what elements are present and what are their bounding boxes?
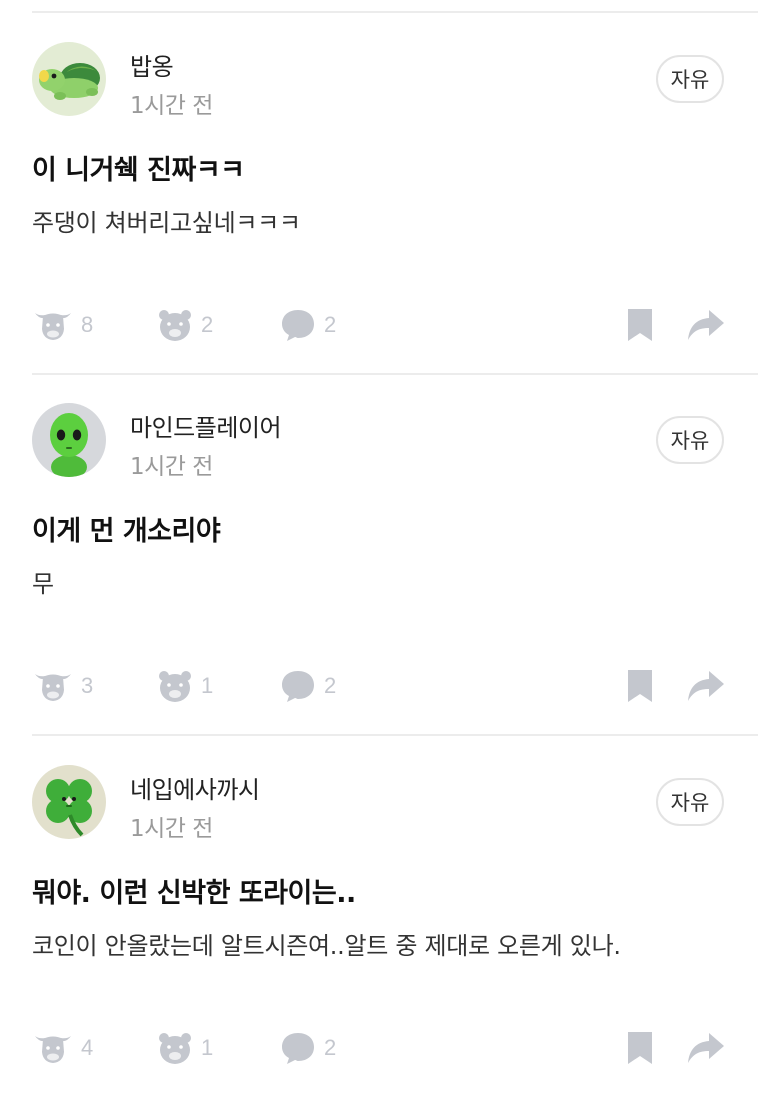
dislike-button[interactable]: 1 <box>157 664 213 708</box>
action-bar: 8 2 2 <box>0 303 758 347</box>
post-time: 1시간 전 <box>130 816 213 842</box>
bull-icon <box>33 668 73 704</box>
bookmark-icon <box>625 307 655 343</box>
post-title[interactable]: 이 니거쉑 진짜ㅋㅋ <box>32 148 245 187</box>
post-title[interactable]: 뭐야. 이런 신박한 또라이는.. <box>32 871 356 910</box>
post-time: 1시간 전 <box>130 93 213 119</box>
post-body[interactable]: 무 <box>32 564 54 599</box>
bookmark-button[interactable] <box>625 303 655 347</box>
bookmark-button[interactable] <box>625 1026 655 1070</box>
author-name[interactable]: 네입에사까시 <box>130 770 260 805</box>
share-button[interactable] <box>687 303 725 347</box>
share-icon <box>687 307 725 343</box>
author-name[interactable]: 밥옹 <box>130 47 174 82</box>
share-icon <box>687 1030 725 1066</box>
dislike-count: 2 <box>201 312 214 337</box>
bull-icon <box>33 1030 73 1066</box>
post-card[interactable]: 밥옹 1시간 전 자유 이 니거쉑 진짜ㅋㅋ 주댕이 쳐버리고싶네ㅋㅋㅋ 8 2… <box>0 13 758 373</box>
alien-avatar-icon[interactable] <box>32 403 106 477</box>
clover-avatar-icon[interactable] <box>32 765 106 839</box>
comment-icon <box>280 307 316 343</box>
post-body[interactable]: 주댕이 쳐버리고싶네ㅋㅋㅋ <box>32 203 301 238</box>
like-count: 8 <box>81 312 94 337</box>
comment-count: 2 <box>324 1035 337 1060</box>
bookmark-icon <box>625 1030 655 1066</box>
comment-count: 2 <box>324 673 337 698</box>
comment-button[interactable]: 2 <box>280 664 336 708</box>
category-tag-button[interactable]: 자유 <box>656 416 724 464</box>
bear-icon <box>157 668 193 704</box>
comment-icon <box>280 1030 316 1066</box>
post-card[interactable]: 마인드플레이어 1시간 전 자유 이게 먼 개소리야 무 3 1 2 <box>0 374 758 734</box>
post-title[interactable]: 이게 먼 개소리야 <box>32 509 221 548</box>
comment-button[interactable]: 2 <box>280 303 336 347</box>
dislike-button[interactable]: 1 <box>157 1026 213 1070</box>
action-bar: 3 1 2 <box>0 664 758 708</box>
dislike-count: 1 <box>201 1035 214 1060</box>
bookmark-button[interactable] <box>625 664 655 708</box>
category-tag-button[interactable]: 자유 <box>656 55 724 103</box>
like-button[interactable]: 3 <box>33 664 93 708</box>
share-icon <box>687 668 725 704</box>
like-count: 4 <box>81 1035 94 1060</box>
like-count: 3 <box>81 673 94 698</box>
bear-icon <box>157 307 193 343</box>
turtle-avatar-icon[interactable] <box>32 42 106 116</box>
post-time: 1시간 전 <box>130 454 213 480</box>
comment-count: 2 <box>324 312 337 337</box>
dislike-button[interactable]: 2 <box>157 303 213 347</box>
comment-icon <box>280 668 316 704</box>
like-button[interactable]: 8 <box>33 303 93 347</box>
comment-button[interactable]: 2 <box>280 1026 336 1070</box>
post-body[interactable]: 코인이 안올랐는데 알트시즌여..알트 중 제대로 오른게 있나. <box>32 926 621 961</box>
author-name[interactable]: 마인드플레이어 <box>130 408 282 443</box>
category-tag-button[interactable]: 자유 <box>656 778 724 826</box>
action-bar: 4 1 2 <box>0 1026 758 1070</box>
share-button[interactable] <box>687 664 725 708</box>
bull-icon <box>33 307 73 343</box>
like-button[interactable]: 4 <box>33 1026 93 1070</box>
bear-icon <box>157 1030 193 1066</box>
bookmark-icon <box>625 668 655 704</box>
share-button[interactable] <box>687 1026 725 1070</box>
dislike-count: 1 <box>201 673 214 698</box>
post-card[interactable]: 네입에사까시 1시간 전 자유 뭐야. 이런 신박한 또라이는.. 코인이 안올… <box>0 736 758 1096</box>
